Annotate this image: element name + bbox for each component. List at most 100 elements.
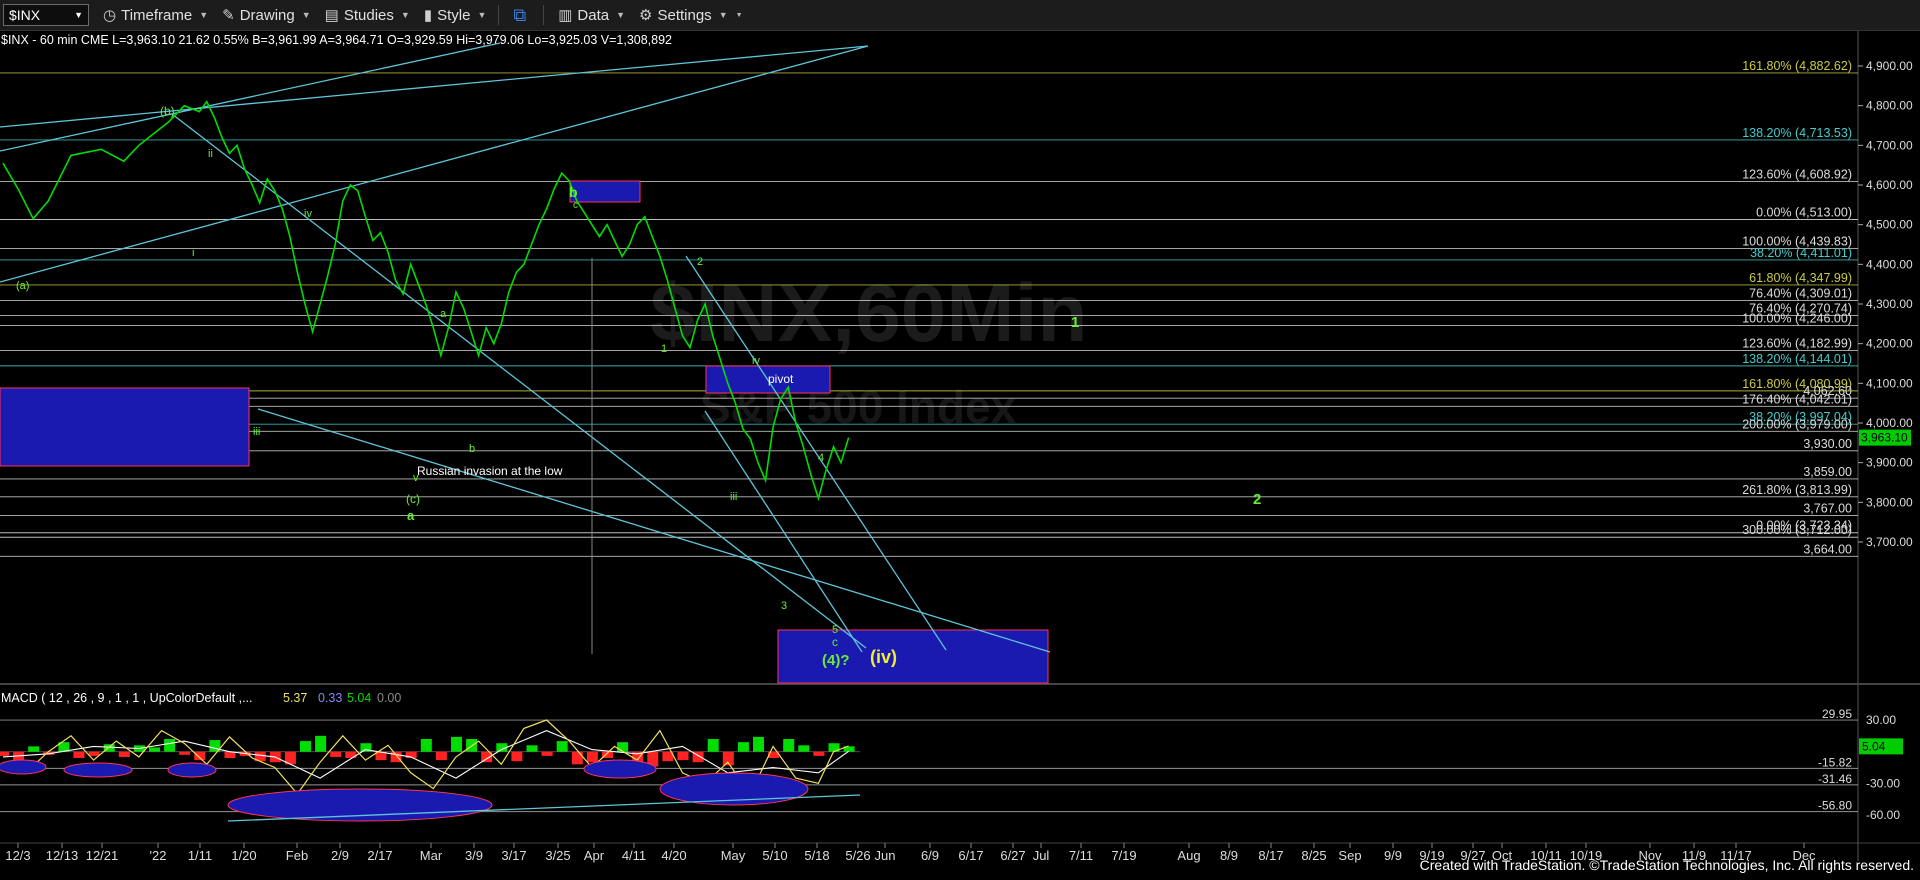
time-axis-tick-label: 9/9: [1384, 848, 1402, 863]
chevron-down-icon: ▼: [735, 11, 743, 19]
symbol-value: $INX: [9, 7, 41, 23]
macd-histogram-bar: [451, 736, 462, 752]
macd-level-label: -56.80: [1818, 799, 1852, 813]
data-label: Data: [577, 6, 610, 24]
wave-label: 2: [697, 256, 703, 268]
style-label: Style: [437, 6, 471, 24]
fib-level-label: 300.00% (3,712.00): [1742, 523, 1852, 537]
time-axis-tick-label: 5/10: [762, 848, 787, 863]
macd-level-label: 29.95: [1822, 707, 1852, 721]
timeframe-menu[interactable]: ◷ Timeframe ▼: [103, 6, 209, 25]
wave-label: c: [832, 635, 838, 649]
wave-label: b: [469, 443, 475, 455]
macd-histogram-bar: [753, 736, 764, 752]
time-axis-tick-label: 5/18: [804, 848, 829, 863]
macd-histogram-bar: [420, 739, 432, 752]
settings-label: Settings: [657, 6, 712, 24]
macd-axis-tick-label: -30.00: [1866, 776, 1900, 790]
price-axis-tick-label: 4,800.00: [1866, 99, 1913, 113]
bar-chart-icon: ▥: [558, 7, 573, 24]
wave-label: (a): [16, 280, 29, 292]
style-menu[interactable]: ▮ Style ▼: [424, 6, 487, 25]
macd-histogram-bar: [617, 742, 629, 752]
macd-histogram-bar: [677, 751, 689, 761]
time-axis-tick-label: Sep: [1338, 848, 1361, 863]
macd-histogram-bar: [118, 751, 130, 757]
chevron-down-icon: ▼: [616, 10, 626, 20]
time-axis-tick-label: 1/20: [231, 848, 256, 863]
data-menu[interactable]: ▥ Data ▼: [558, 6, 626, 25]
drawing-menu[interactable]: ✎ Drawing ▼: [222, 6, 311, 25]
wave-label: (4)?: [822, 652, 850, 669]
macd-histogram-bar: [541, 751, 553, 756]
support-box-left: [0, 387, 250, 467]
macd-histogram-bar: [737, 742, 749, 752]
price-axis-tick-label: 4,100.00: [1866, 376, 1913, 390]
annotation-russian-invasion: Russian invasion at the low: [417, 464, 563, 478]
macd-histogram-bar: [164, 739, 176, 752]
quote-line: $INX - 60 min CME L=3,963.10 21.62 0.55%…: [1, 33, 672, 47]
fib-level-label: 3,930.00: [1803, 437, 1852, 451]
macd-histogram-bar: [330, 751, 342, 757]
macd-histogram-bar: [435, 751, 447, 761]
current-price-tag: 3,963.10: [1859, 429, 1911, 446]
time-axis-tick-label: 6/9: [921, 848, 939, 863]
fib-level-label: 123.60% (4,182.99): [1742, 336, 1852, 350]
chart-area[interactable]: $INX,60Min S&P 500 Index $INX - 60 min C…: [0, 31, 1920, 875]
macd-histogram-bar: [88, 751, 100, 756]
wave-label: 4: [818, 452, 824, 464]
price-axis-tick-label: 4,900.00: [1866, 59, 1913, 73]
time-axis-tick-label: Apr: [584, 848, 605, 863]
footer-credit: Created with TradeStation. ©TradeStation…: [1419, 857, 1914, 873]
time-axis-tick-label: 4/20: [661, 848, 686, 863]
wave-label: (iv): [870, 647, 897, 667]
divergence-oval: [583, 759, 657, 779]
fib-level-label: 176.40% (4,042.01): [1742, 392, 1852, 406]
fib-level-label: 76.40% (4,309.01): [1749, 286, 1852, 300]
macd-histogram-bar: [0, 751, 9, 756]
macd-histogram-bar: [586, 751, 598, 763]
wave-label: 1: [1071, 314, 1079, 331]
wave-label: iii: [730, 491, 737, 503]
macd-value: 0.33: [318, 691, 342, 705]
chevron-down-icon: ▼: [477, 10, 487, 20]
chevron-down-icon: ▼: [718, 10, 728, 20]
divergence-oval: [63, 762, 133, 778]
time-axis-tick-label: '22: [150, 848, 167, 863]
macd-value: 0.00: [377, 691, 401, 705]
time-axis-tick-label: 4/11: [622, 848, 646, 863]
layout-button[interactable]: ⧉: [513, 5, 531, 26]
time-axis-tick-label: Jun: [875, 848, 896, 863]
macd-histogram-bar: [300, 741, 311, 752]
wave-label: 1: [661, 343, 667, 355]
drawing-label: Drawing: [239, 6, 295, 24]
chevron-down-icon: ▼: [199, 10, 209, 20]
wave-label: (b): [160, 104, 175, 118]
fib-level-label: 123.60% (4,608.92): [1742, 167, 1852, 181]
annotation-pivot: pivot: [768, 372, 794, 386]
fib-level-label: 138.20% (4,144.01): [1742, 352, 1852, 366]
toolbar-divider: [543, 5, 545, 25]
settings-menu[interactable]: ⚙ Settings ▼ ▼: [639, 6, 743, 25]
macd-histogram-bar: [798, 745, 810, 752]
price-axis-tick-label: 4,600.00: [1866, 178, 1913, 192]
wave-4-target-box: [777, 629, 1049, 684]
fib-level-label: 3,767.00: [1803, 501, 1852, 515]
wave-label: a: [407, 508, 415, 523]
wave-label: 2: [1253, 491, 1261, 508]
symbol-selector[interactable]: $INX ▼: [3, 4, 89, 26]
macd-value: 5.04: [347, 691, 371, 705]
fib-level-label: 38.20% (4,411.01): [1750, 246, 1852, 260]
macd-axis-tick-label: -60.00: [1866, 808, 1900, 822]
fib-level-label: 0.00% (4,513.00): [1756, 206, 1852, 220]
fib-level-label: 161.80% (4,882.62): [1742, 59, 1852, 73]
wave-label: (c): [406, 492, 420, 506]
studies-menu[interactable]: ▤ Studies ▼: [325, 6, 410, 25]
macd-histogram-bar: [28, 746, 40, 752]
macd-title: MACD ( 12 , 26 , 9 , 1 , 1 , UpColorDefa…: [1, 691, 253, 705]
macd-histogram-bar: [556, 741, 568, 752]
time-axis-tick-label: Jul: [1033, 848, 1050, 863]
macd-histogram-bar: [526, 745, 538, 752]
time-axis-tick-label: 12/13: [46, 848, 79, 863]
time-axis-tick-label: 1/11: [188, 848, 212, 863]
